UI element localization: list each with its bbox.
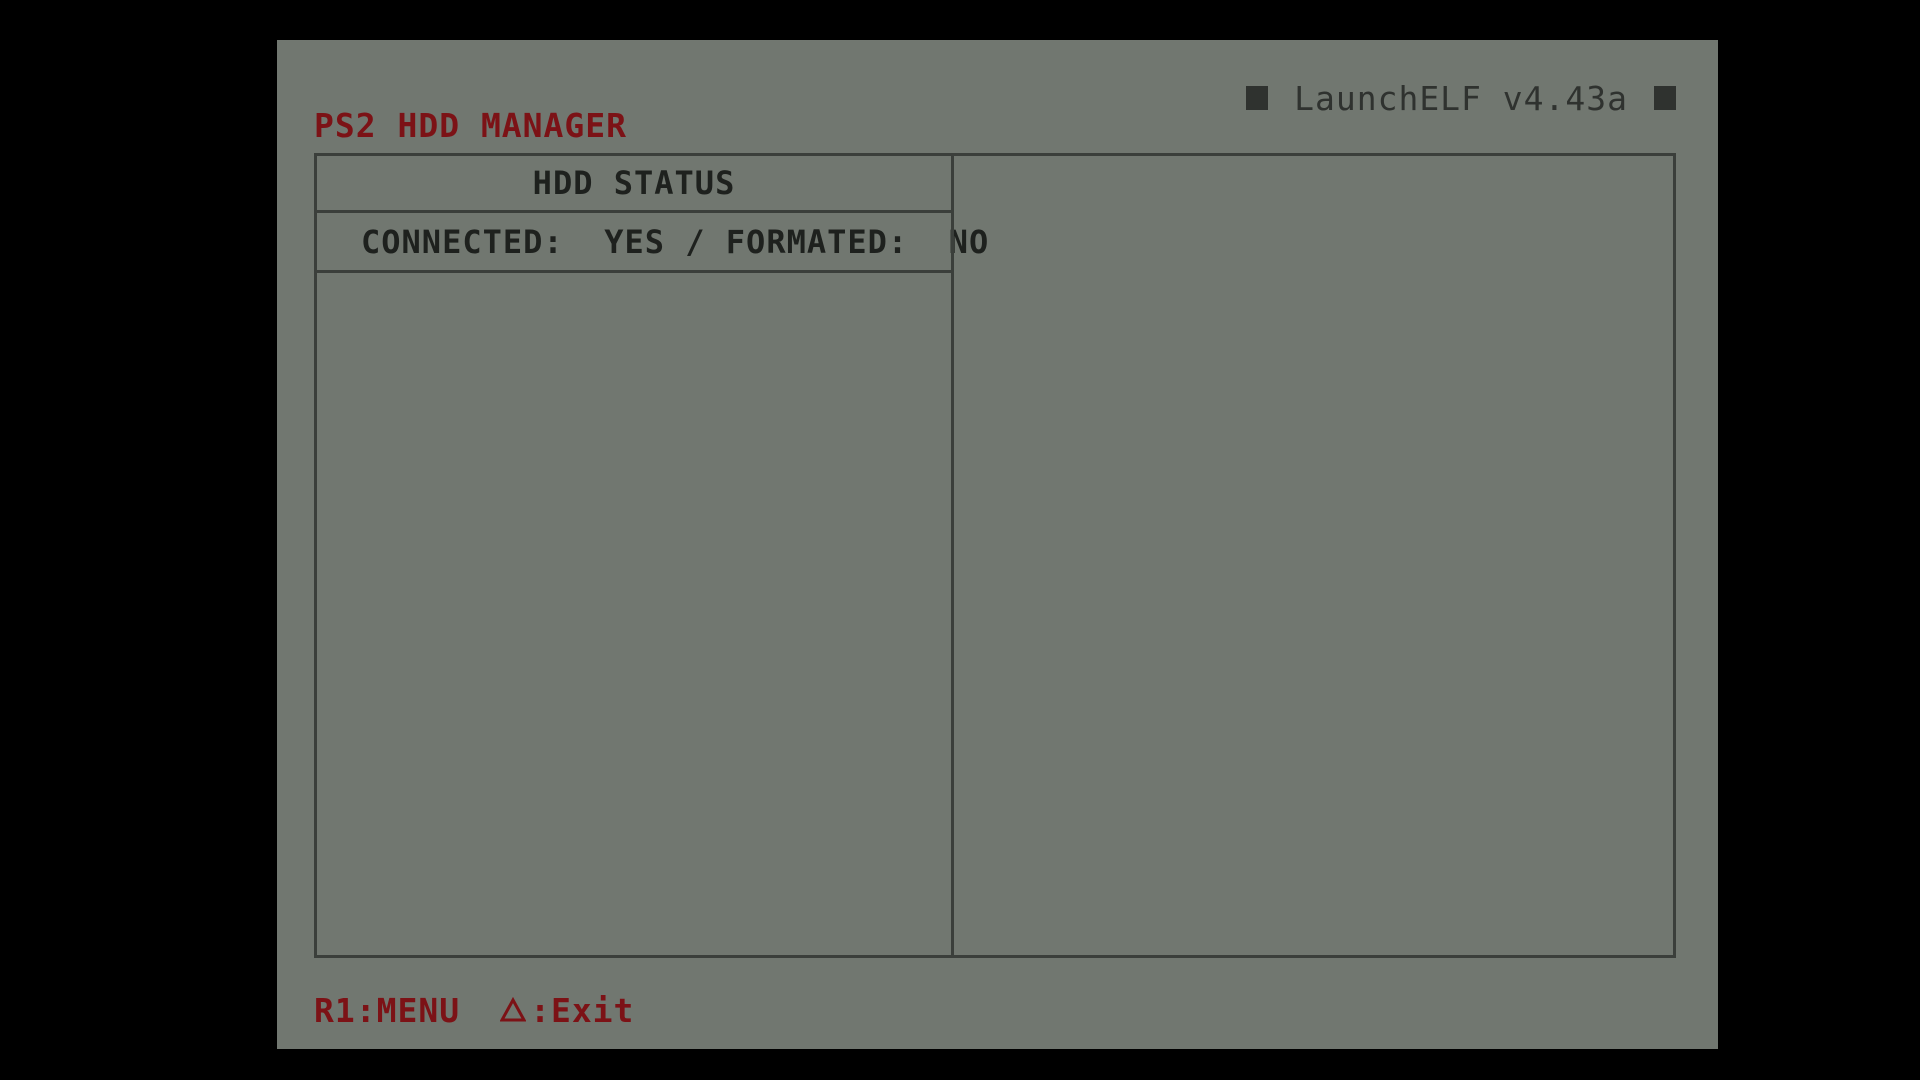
partition-info-panel: [954, 156, 1673, 955]
menu-hint[interactable]: R1:MENU: [314, 991, 460, 1030]
brand-right-square-icon: [1654, 86, 1676, 110]
triangle-icon: [500, 997, 527, 1022]
brand-label: LaunchELF v4.43a: [1294, 78, 1628, 118]
hdd-status-header: HDD STATUS: [317, 156, 951, 213]
partition-list[interactable]: [317, 273, 951, 955]
exit-hint[interactable]: :Exit: [530, 991, 634, 1030]
hdd-manager-screen: LaunchELF v4.43a PS2 HDD MANAGER HDD STA…: [277, 40, 1718, 1049]
brand-left-square-icon: [1246, 86, 1269, 110]
page-title: PS2 HDD MANAGER: [314, 106, 628, 145]
main-frame: HDD STATUS CONNECTED: YES / FORMATED: NO: [314, 153, 1676, 958]
app-brand: LaunchELF v4.43a: [1246, 76, 1676, 120]
footer-hints: R1:MENU :Exit: [314, 988, 634, 1032]
hdd-status-line: CONNECTED: YES / FORMATED: NO: [317, 213, 988, 273]
